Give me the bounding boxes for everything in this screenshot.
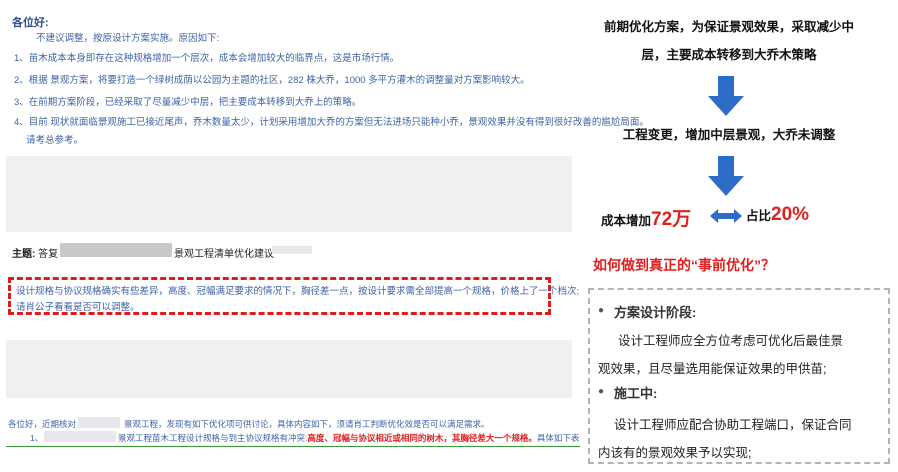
cost-value: 72万 <box>651 209 692 230</box>
ratio-line: 占比20% <box>746 204 809 226</box>
email-item-2: 2、根据 景观方案，将要打造一个绿树成荫以公园为主题的社区，282 株大乔，10… <box>14 75 530 86</box>
double-arrow-icon <box>710 209 742 223</box>
bottom-line-1-left: 各位好，近期核对 <box>8 419 77 429</box>
subject-label: 主题: <box>12 249 36 260</box>
subject-text-left: 答复 <box>38 249 59 260</box>
down-arrow-icon <box>708 76 744 116</box>
cost-line: 成本增加72万 <box>601 204 691 231</box>
subject-text-right: 景观工程清单优化建议 <box>174 249 274 260</box>
ratio-value: 20% <box>771 204 810 225</box>
sec1-line-2: 观效果，且尽量选用能保证效果的甲供苗; <box>598 362 827 376</box>
ratio-prefix: 占比 <box>746 209 772 223</box>
email-greeting: 各位好: <box>12 17 49 29</box>
sec1-line-1: 设计工程师应全方位考虑可优化后最佳景 <box>618 334 844 348</box>
redacted-block <box>6 340 572 398</box>
redaction-bar <box>272 246 312 254</box>
sec2-title: 施工中: <box>614 386 658 401</box>
flow-step-1-line-1: 前期优化方案，为保证景观效果，采取减少中 <box>603 20 854 34</box>
email-item-3: 3、在前期方案阶段，已经采取了尽量减少中层，把主要成本转移到大乔上的策略。 <box>14 97 362 108</box>
bottom-line-2: 景观工程苗木工程设计规格与到主协议规格有冲突:高度、冠幅与协议相近或相同的树木，… <box>118 432 579 444</box>
redaction-bar <box>78 417 120 428</box>
bullet-icon: ● <box>598 305 605 316</box>
bottom-line-2-red: 高度、冠幅与协议相近或相同的树木，其胸径差大一个规格。 <box>307 433 537 443</box>
down-arrow-icon <box>708 156 744 196</box>
bottom-line-2-num: 1、 <box>30 433 44 443</box>
divider <box>6 446 580 447</box>
redacted-block <box>6 156 572 232</box>
highlight-line-2: 请肖公子看看是否可以调整。 <box>16 302 140 313</box>
email-item-4: 4、目前 现状就面临景观施工已接近尾声，乔木数量太少，计划采用增加大乔的方案但无… <box>14 117 649 128</box>
subject-line: 主题: 答复 <box>12 245 58 260</box>
redaction-bar <box>44 431 116 442</box>
email-item-5: 请考总参考。 <box>26 135 84 146</box>
highlight-line-1: 设计规格与协议规格确实有些差异，高度、冠幅满足要求的情况下，胸径差一点，按设计要… <box>16 286 580 297</box>
bottom-line-2-blue: 景观工程苗木工程设计规格与到主协议规格有冲突: <box>118 433 308 443</box>
bottom-line-2-tail: 具体如下表 <box>536 433 580 443</box>
sec2-line-1: 设计工程师应配合协助工程端口，保证合同 <box>614 418 852 432</box>
bullet-icon: ● <box>598 386 605 397</box>
sec2-line-2: 内该有的景观效果予以实现; <box>598 446 752 460</box>
flow-step-2: 工程变更，增加中层景观，大乔未调整 <box>622 128 836 142</box>
redaction-bar <box>60 243 172 257</box>
bottom-line-1-right: 景观工程，发现有如下优化项可供讨论，具体内容如下，须请肖工判断优化效是否可以满足… <box>124 419 490 429</box>
sec1-title: 方案设计阶段: <box>614 305 697 320</box>
cost-prefix: 成本增加 <box>601 214 652 228</box>
flow-step-1-line-2: 层，主要成本转移到大乔木策略 <box>641 48 817 62</box>
email-item-1: 1、苗木成本本身即存在这种规格增加一个层次，成本会增加较大的临界点，这是市场行情… <box>14 53 400 64</box>
question-heading: 如何做到真正的“事前优化”？ <box>593 257 775 273</box>
email-intro: 不建议调整，按原设计方案实施。原因如下: <box>36 33 220 44</box>
